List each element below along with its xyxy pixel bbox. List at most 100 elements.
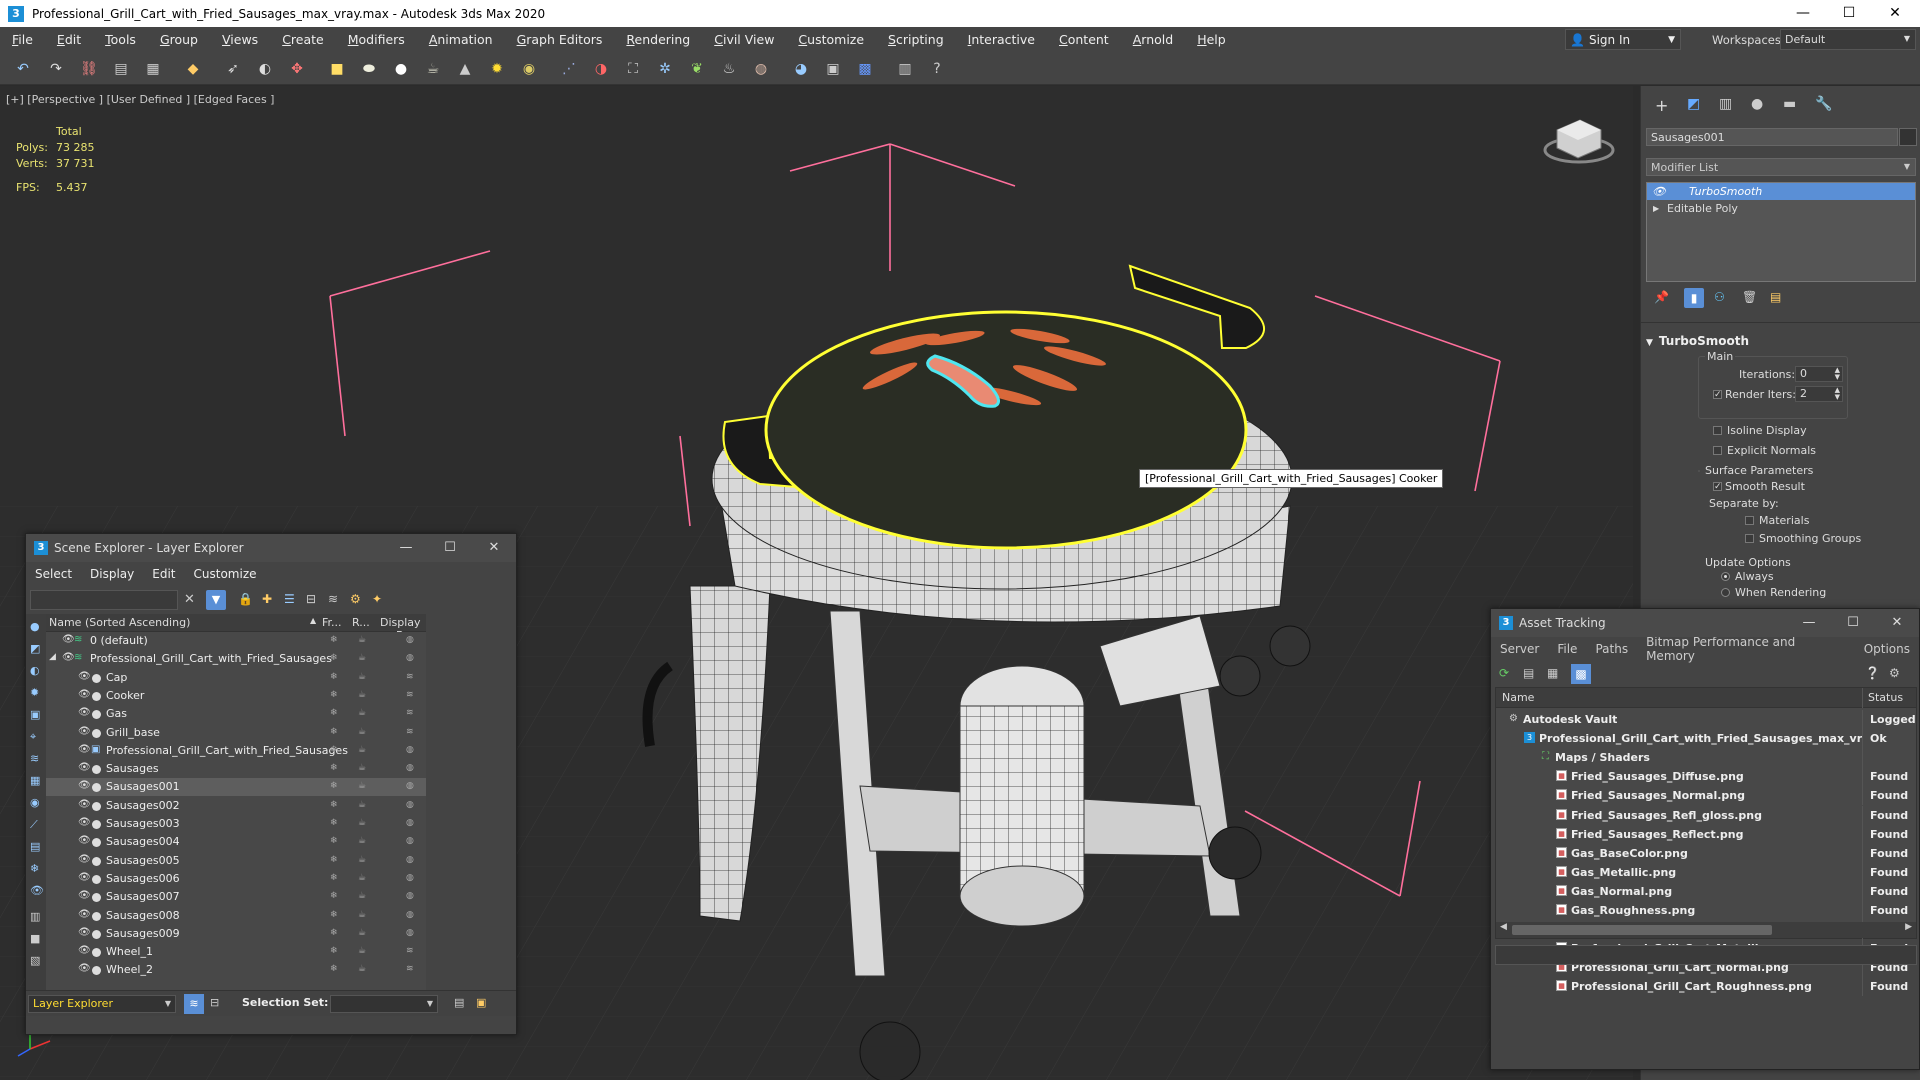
scene-tree-row[interactable]: 👁 ≋ 0 (default) ❄ ☕ ◍ bbox=[46, 632, 426, 650]
grid-snap-icon[interactable]: ⋰ bbox=[558, 58, 580, 80]
display-bones-icon[interactable]: ⟋ bbox=[30, 818, 38, 832]
display-tab-icon[interactable]: ▬ bbox=[1783, 96, 1796, 112]
scene-tree-row[interactable]: 👁 Grill_base ❄ ☕ ≋ bbox=[46, 724, 426, 742]
sign-in-dropdown[interactable]: 👤 Sign In ▼ bbox=[1565, 29, 1681, 50]
visibility-eye-icon[interactable]: 👁 bbox=[62, 652, 75, 663]
visibility-eye-icon[interactable]: 👁 bbox=[78, 799, 91, 810]
freeze-icon[interactable]: ❄ bbox=[330, 745, 338, 755]
cooker-selected[interactable] bbox=[764, 310, 1248, 550]
visibility-eye-icon[interactable]: 👁 bbox=[78, 890, 91, 901]
display-all-icon[interactable]: ● bbox=[30, 620, 40, 633]
frozen-column-header[interactable]: Fr... bbox=[322, 616, 342, 629]
renderable-icon[interactable]: ☕ bbox=[358, 928, 366, 938]
freeze-icon[interactable]: ❄ bbox=[330, 910, 338, 920]
menu-help[interactable]: Help bbox=[1185, 27, 1238, 52]
display-as-box-icon[interactable]: ◍ bbox=[406, 873, 414, 883]
renderable-icon[interactable]: ☕ bbox=[358, 946, 366, 956]
name-column-header[interactable]: Name bbox=[1502, 691, 1534, 704]
visibility-eye-icon[interactable]: 👁 bbox=[78, 872, 91, 883]
iterations-spinner[interactable]: 0 ▲ ▼ bbox=[1795, 366, 1843, 382]
display-as-box-icon[interactable]: ◍ bbox=[406, 781, 414, 791]
show-end-result-icon[interactable]: ▮ bbox=[1684, 288, 1704, 308]
visibility-eye-icon[interactable]: 👁 bbox=[78, 854, 91, 865]
visibility-eye-icon[interactable]: 👁 bbox=[62, 634, 75, 645]
at-menu-paths[interactable]: Paths bbox=[1586, 642, 1637, 656]
unlink-icon[interactable]: ▤ bbox=[110, 58, 132, 80]
renderable-icon[interactable]: ☕ bbox=[358, 800, 366, 810]
selection-set-dropdown[interactable]: ▼ bbox=[330, 995, 438, 1013]
display-as-box-icon[interactable]: ◍ bbox=[406, 745, 414, 755]
display-spacewarps-icon[interactable]: ≋ bbox=[30, 752, 39, 765]
create-tab-icon[interactable]: + bbox=[1655, 96, 1668, 115]
render-iters-spinner[interactable]: 2 ▲ ▼ bbox=[1795, 386, 1843, 402]
renderable-icon[interactable]: ☕ bbox=[358, 763, 366, 773]
schematic-view-icon[interactable]: ✲ bbox=[654, 58, 676, 80]
smooth-result-checkbox[interactable]: ✓ bbox=[1713, 482, 1722, 492]
list-view-icon[interactable]: ▤ bbox=[1523, 666, 1534, 680]
renderable-icon[interactable]: ☕ bbox=[358, 708, 366, 718]
status-column-header[interactable]: Status bbox=[1868, 691, 1903, 704]
visibility-eye-icon[interactable]: 👁 bbox=[78, 689, 91, 700]
close-button[interactable]: ✕ bbox=[1872, 0, 1918, 27]
renderable-icon[interactable]: ☕ bbox=[358, 653, 366, 663]
name-column-header[interactable]: Name (Sorted Ascending) bbox=[49, 616, 190, 629]
close-button[interactable]: ✕ bbox=[472, 534, 516, 562]
renderable-icon[interactable]: ☕ bbox=[358, 635, 366, 645]
maximize-button[interactable]: ☐ bbox=[428, 534, 472, 562]
stack-item-turbosmooth[interactable]: 👁 TurboSmooth bbox=[1647, 183, 1915, 200]
display-as-box-icon[interactable]: ◍ bbox=[406, 653, 414, 663]
remove-modifier-icon[interactable]: 🗑 bbox=[1742, 290, 1757, 304]
visibility-eye-icon[interactable]: 👁 bbox=[78, 780, 91, 791]
display-as-box-icon[interactable]: ◍ bbox=[406, 891, 414, 901]
display-hidden-icon[interactable]: 👁 bbox=[30, 884, 44, 897]
se-menu-display[interactable]: Display bbox=[81, 567, 143, 581]
renderable-icon[interactable]: ☕ bbox=[358, 672, 366, 682]
freeze-icon[interactable]: ❄ bbox=[330, 855, 338, 865]
filter-icon[interactable]: ▼ bbox=[206, 590, 226, 610]
scene-tree-row[interactable]: 👁 Wheel_2 ❄ ☕ ≋ bbox=[46, 961, 426, 979]
hierarchy-tab-icon[interactable]: ▥ bbox=[1719, 96, 1732, 112]
horizontal-scrollbar[interactable]: ◀ ▶ bbox=[1496, 922, 1916, 938]
menu-graph-editors[interactable]: Graph Editors bbox=[505, 27, 615, 52]
freeze-icon[interactable]: ❄ bbox=[330, 873, 338, 883]
menu-edit[interactable]: Edit bbox=[45, 27, 93, 52]
minimize-button[interactable]: — bbox=[1780, 0, 1826, 27]
display-as-box-icon[interactable]: ≋ bbox=[406, 964, 414, 974]
renderable-column-header[interactable]: R... bbox=[352, 616, 370, 629]
select-by-name-icon[interactable]: ◐ bbox=[254, 58, 276, 80]
freeze-icon[interactable]: ❄ bbox=[330, 690, 338, 700]
freeze-icon[interactable]: ❄ bbox=[330, 781, 338, 791]
menu-interactive[interactable]: Interactive bbox=[956, 27, 1047, 52]
menu-modifiers[interactable]: Modifiers bbox=[336, 27, 417, 52]
sphere-primitive-icon[interactable]: ● bbox=[390, 58, 412, 80]
when-rendering-radio[interactable] bbox=[1721, 588, 1730, 597]
bind-space-warp-icon[interactable]: ▦ bbox=[142, 58, 164, 80]
display-dependents-icon[interactable]: ▧ bbox=[30, 954, 40, 967]
select-move-icon[interactable]: ✥ bbox=[286, 58, 308, 80]
menu-scripting[interactable]: Scripting bbox=[876, 27, 956, 52]
menu-group[interactable]: Group bbox=[148, 27, 210, 52]
asset-row[interactable]: ▦ Gas_BaseColor.png Found bbox=[1496, 843, 1916, 863]
visibility-eye-icon[interactable]: 👁 bbox=[78, 707, 91, 718]
table-view-icon[interactable]: ▩ bbox=[1571, 664, 1591, 684]
explorer-type-dropdown[interactable]: Layer Explorer ▼ bbox=[28, 995, 176, 1013]
link-icon[interactable]: ⛓ bbox=[78, 58, 100, 80]
stack-item-editable-poly[interactable]: ▶ Editable Poly bbox=[1647, 200, 1915, 217]
close-button[interactable]: ✕ bbox=[1875, 609, 1919, 637]
scene-tree-row[interactable]: 👁 Sausages001 ❄ ☕ ◍ bbox=[46, 778, 426, 797]
material-editor-icon[interactable]: ❦ bbox=[686, 58, 708, 80]
eye-icon[interactable]: 👁 bbox=[1652, 183, 1666, 200]
display-children-icon[interactable]: ▥ bbox=[30, 910, 40, 923]
find-input[interactable] bbox=[30, 590, 178, 610]
cone-primitive-icon[interactable]: ▲ bbox=[454, 58, 476, 80]
render-active-icon[interactable]: ▩ bbox=[854, 58, 876, 80]
sort-icon[interactable]: ✦ bbox=[372, 592, 382, 606]
align-icon[interactable]: ⛶ bbox=[622, 58, 644, 80]
visibility-eye-icon[interactable]: 👁 bbox=[78, 726, 91, 737]
renderable-icon[interactable]: ☕ bbox=[358, 727, 366, 737]
sort-by-hierarchy-icon[interactable]: ⊟ bbox=[210, 996, 219, 1009]
scroll-right-icon[interactable]: ▶ bbox=[1905, 922, 1912, 932]
lock-icon[interactable]: 🔒 bbox=[238, 592, 253, 606]
display-as-box-icon[interactable]: ◍ bbox=[406, 635, 414, 645]
renderable-icon[interactable]: ☕ bbox=[358, 690, 366, 700]
